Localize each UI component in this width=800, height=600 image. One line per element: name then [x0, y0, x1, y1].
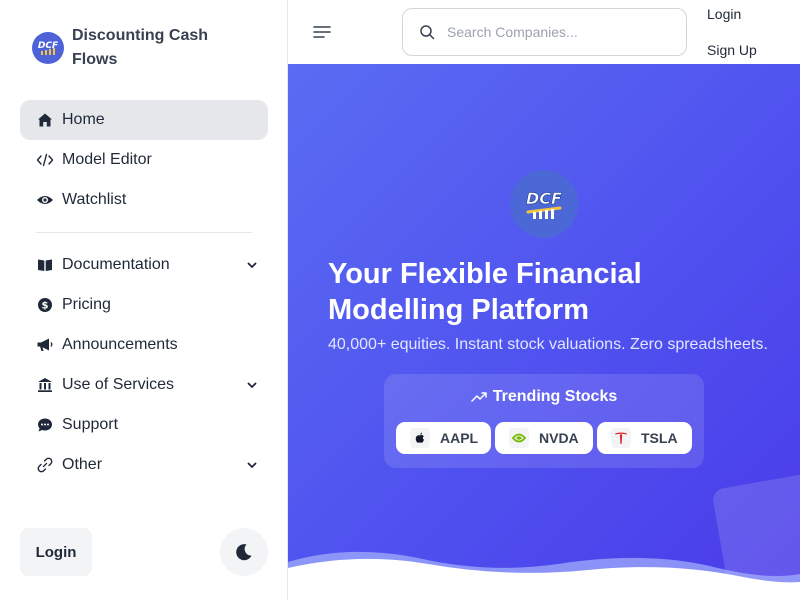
sidebar-item-use-of-services[interactable]: Use of Services [20, 365, 268, 405]
dcf-logo-icon: DCF [510, 170, 578, 238]
hero-subtitle: 40,000+ equities. Instant stock valuatio… [328, 336, 768, 353]
trending-title: Trending Stocks [492, 388, 618, 405]
menu-icon[interactable] [312, 22, 332, 42]
megaphone-icon [36, 336, 54, 354]
svg-text:DCF: DCF [38, 41, 59, 51]
sidebar-item-support[interactable]: Support [20, 405, 268, 445]
sidebar-item-label: Documentation [62, 256, 170, 273]
theme-toggle-button[interactable] [220, 528, 268, 576]
search-box[interactable] [402, 8, 687, 56]
stock-ticker: NVDA [539, 430, 579, 446]
dollar-icon: $ [36, 296, 54, 314]
stock-chip-nvda[interactable]: NVDA [495, 422, 593, 454]
brand[interactable]: DCF Discounting Cash Flows [32, 24, 232, 72]
sidebar-item-label: Use of Services [62, 376, 175, 393]
home-icon [36, 111, 54, 129]
code-icon [36, 151, 54, 169]
decorative-wave [288, 551, 800, 600]
search-icon [420, 25, 435, 40]
stock-chip-aapl[interactable]: AAPL [396, 422, 491, 454]
sidebar-login-button[interactable]: Login [20, 528, 92, 576]
link-icon [36, 456, 54, 474]
stock-ticker: AAPL [440, 430, 479, 446]
chat-icon [36, 416, 54, 434]
sidebar-nav: Home Model Editor Watchlist Documentatio… [20, 100, 268, 485]
tesla-icon [611, 428, 631, 448]
sidebar-item-announcements[interactable]: Announcements [20, 325, 268, 365]
top-signup-link[interactable]: Sign Up [707, 42, 757, 58]
book-icon [36, 256, 54, 274]
bank-icon [36, 376, 54, 394]
chevron-down-icon[interactable] [246, 379, 258, 391]
sidebar-item-label: Support [62, 416, 119, 433]
brand-name: Discounting Cash Flows [72, 27, 209, 68]
sidebar-item-other[interactable]: Other [20, 445, 268, 485]
sidebar-item-pricing[interactable]: $ Pricing [20, 285, 268, 325]
svg-text:$: $ [42, 301, 49, 312]
eye-icon [36, 191, 54, 209]
trending-stocks-panel: Trending Stocks AAPL NVDA TSLA [384, 374, 704, 468]
sidebar-item-label: Watchlist [62, 191, 127, 208]
apple-icon [410, 428, 430, 448]
search-input[interactable] [447, 24, 667, 40]
hero: DCF Your Flexible Financial Modelling Pl… [288, 64, 800, 600]
nvidia-icon [509, 428, 529, 448]
top-login-link[interactable]: Login [707, 6, 741, 22]
stock-ticker: TSLA [641, 430, 678, 446]
svg-text:DCF: DCF [526, 189, 562, 208]
sidebar-item-label: Home [62, 111, 105, 128]
hero-title: Your Flexible Financial Modelling Platfo… [328, 258, 642, 326]
chevron-down-icon[interactable] [246, 459, 258, 471]
sidebar-item-label: Announcements [62, 336, 178, 353]
chevron-down-icon[interactable] [246, 259, 258, 271]
trending-up-icon [471, 392, 487, 402]
sidebar-item-home[interactable]: Home [20, 100, 268, 140]
stock-chip-tsla[interactable]: TSLA [597, 422, 692, 454]
sidebar-item-watchlist[interactable]: Watchlist [20, 180, 268, 220]
dcf-logo-icon: DCF [32, 32, 64, 64]
sidebar: DCF Discounting Cash Flows Home Model Ed… [0, 0, 288, 600]
topbar: Login Sign Up [288, 0, 800, 64]
sidebar-divider [36, 232, 252, 233]
sidebar-item-label: Pricing [62, 296, 111, 313]
sidebar-item-label: Model Editor [62, 151, 152, 168]
moon-icon [236, 544, 252, 561]
trending-heading: Trending Stocks [384, 388, 704, 406]
sidebar-item-label: Other [62, 456, 103, 473]
sidebar-item-model-editor[interactable]: Model Editor [20, 140, 268, 180]
sidebar-item-documentation[interactable]: Documentation [20, 245, 268, 285]
